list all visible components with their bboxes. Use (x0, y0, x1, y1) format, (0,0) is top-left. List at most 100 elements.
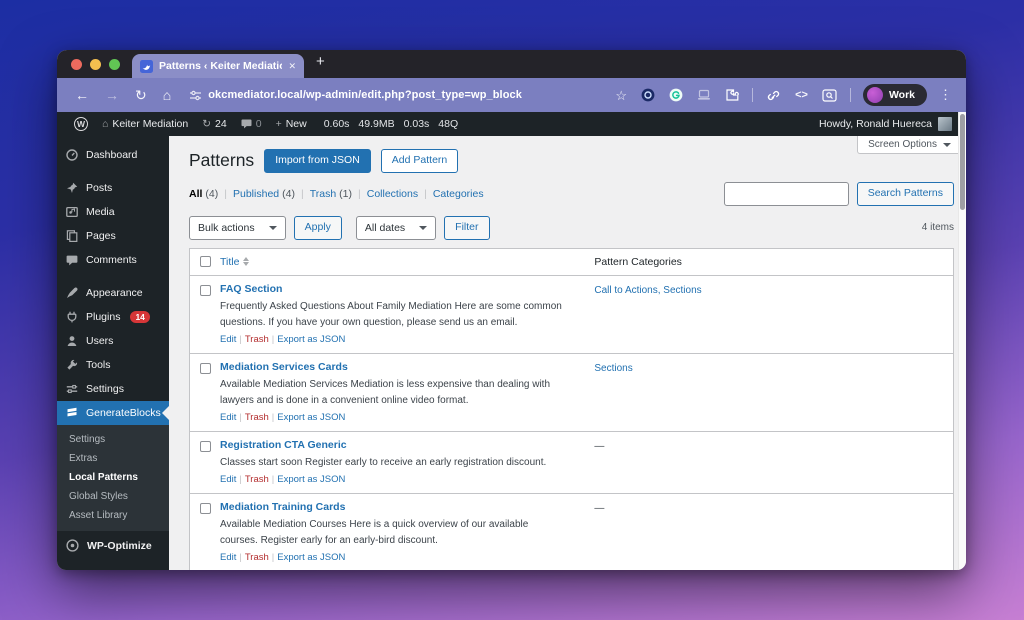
developer-tools-icon[interactable]: <> (790, 89, 813, 101)
sort-icon (243, 257, 250, 267)
view-collections-link[interactable]: Collections (367, 188, 418, 200)
user-avatar[interactable] (938, 117, 952, 131)
edit-link[interactable]: Edit (220, 552, 236, 563)
trash-link[interactable]: Trash (245, 552, 269, 563)
select-all-checkbox[interactable] (199, 256, 211, 268)
trash-link[interactable]: Trash (245, 334, 269, 345)
extensions-puzzle-icon[interactable] (720, 88, 744, 102)
back-icon[interactable]: ← (67, 88, 97, 102)
new-tab-button[interactable]: + (304, 50, 337, 78)
wp-admin-bar: W ⌂ Keiter Mediation ↻ 24 0 + New 0.60s … (57, 112, 966, 136)
address-bar[interactable]: okcmediator.local/wp-admin/edit.php?post… (208, 89, 522, 101)
pattern-categories-links[interactable]: Sections (594, 363, 632, 374)
row-checkbox[interactable] (199, 502, 211, 514)
comments-icon (66, 255, 78, 265)
zoom-window-button[interactable] (109, 58, 120, 70)
pattern-title-link[interactable]: Mediation Training Cards (220, 501, 345, 513)
query-monitor-stats[interactable]: 0.60s 49.9MB 0.03s 48Q (314, 118, 458, 130)
search-input[interactable] (723, 181, 849, 206)
view-categories-link[interactable]: Categories (433, 188, 484, 200)
bookmark-star-icon[interactable]: ☆ (610, 89, 632, 102)
pattern-title-link[interactable]: Mediation Services Cards (220, 361, 348, 373)
site-favicon-icon (140, 59, 153, 73)
table-header-row: Title Pattern Categories (190, 249, 953, 275)
view-trash-link[interactable]: Trash (310, 188, 336, 200)
sidebar-item-pages[interactable]: Pages (57, 224, 169, 248)
browser-window: Patterns ‹ Keiter Mediation — ✕ + ← → ↻ … (57, 50, 966, 570)
pattern-title-link[interactable]: Registration CTA Generic (220, 439, 347, 451)
sidebar-item-users[interactable]: Users (57, 329, 169, 353)
page-scrollbar[interactable] (958, 112, 966, 570)
device-extension-icon[interactable] (692, 89, 716, 101)
row-checkbox[interactable] (199, 440, 211, 452)
trash-link[interactable]: Trash (245, 412, 269, 423)
export-as-json-link[interactable]: Export as JSON (277, 334, 345, 345)
export-as-json-link[interactable]: Export as JSON (277, 412, 345, 423)
view-published-link[interactable]: Published (233, 188, 279, 200)
row-checkbox[interactable] (199, 284, 211, 296)
edit-link[interactable]: Edit (220, 334, 236, 345)
pattern-categories-links[interactable]: Call to Actions, Sections (594, 285, 701, 296)
tab-close-icon[interactable]: ✕ (288, 61, 296, 72)
sidebar-item-dashboard[interactable]: Dashboard (57, 143, 169, 167)
sidebar-item-settings[interactable]: Settings (57, 377, 169, 401)
sidebar-item-tools[interactable]: Tools (57, 353, 169, 377)
submenu-item-settings[interactable]: Settings (57, 430, 169, 449)
comments-menu[interactable]: 0 (234, 118, 269, 130)
minimize-window-button[interactable] (90, 58, 101, 70)
trash-link[interactable]: Trash (245, 474, 269, 485)
date-filter-select[interactable]: All dates (355, 215, 437, 240)
table-row: FAQ Section Frequently Asked Questions A… (190, 274, 953, 353)
updates-menu[interactable]: ↻ 24 (195, 118, 234, 130)
edit-link[interactable]: Edit (220, 474, 236, 485)
submenu-item-asset-library[interactable]: Asset Library (57, 506, 169, 525)
bulk-actions-select[interactable]: Bulk actions (189, 215, 286, 240)
sidebar-item-wp-optimize[interactable]: WP-Optimize (57, 531, 169, 558)
site-name-menu[interactable]: ⌂ Keiter Mediation (95, 118, 195, 130)
submenu-item-local-patterns[interactable]: Local Patterns (57, 468, 169, 487)
export-as-json-link[interactable]: Export as JSON (277, 552, 345, 563)
submenu-item-extras[interactable]: Extras (57, 449, 169, 468)
add-pattern-button[interactable]: Add Pattern (380, 149, 459, 173)
apply-button[interactable]: Apply (293, 215, 342, 240)
wp-logo-menu[interactable]: W (67, 117, 95, 131)
submenu-item-global-styles[interactable]: Global Styles (57, 487, 169, 506)
toolbar-divider (849, 88, 851, 102)
home-icon[interactable]: ⌂ (155, 88, 179, 102)
sidebar-item-media[interactable]: Media (57, 200, 169, 224)
row-checkbox[interactable] (199, 362, 211, 374)
search-patterns-button[interactable]: Search Patterns (856, 181, 954, 206)
sort-by-title-link[interactable]: Title (220, 256, 582, 268)
howdy-account-menu[interactable]: Howdy, Ronald Huereca (819, 118, 932, 130)
edit-link[interactable]: Edit (220, 412, 236, 423)
import-from-json-button[interactable]: Import from JSON (264, 149, 371, 173)
grammarly-extension-icon[interactable] (664, 88, 688, 102)
wp-admin-sidebar: Dashboard Posts Media Pages Comments App… (57, 136, 169, 570)
sidebar-item-appearance[interactable]: Appearance (57, 281, 169, 305)
new-content-menu[interactable]: + New (269, 118, 314, 130)
close-window-button[interactable] (71, 58, 82, 70)
browser-profile-button[interactable]: Work (862, 84, 927, 106)
browser-tab[interactable]: Patterns ‹ Keiter Mediation — ✕ (132, 54, 304, 78)
tab-title: Patterns ‹ Keiter Mediation — (159, 60, 283, 72)
tab-search-icon[interactable] (817, 88, 842, 102)
pattern-title-link[interactable]: FAQ Section (220, 283, 282, 295)
screen-options-tab[interactable]: Screen Options (857, 136, 962, 154)
sidebar-item-posts[interactable]: Posts (57, 176, 169, 200)
sidebar-item-plugins[interactable]: Plugins 14 (57, 305, 169, 329)
view-all-link[interactable]: All (189, 188, 202, 200)
reload-icon[interactable]: ↻ (127, 88, 155, 102)
list-views: All (4) | Published (4) | Trash (1) | Colle… (189, 187, 484, 200)
site-settings-icon[interactable] (189, 89, 202, 102)
sidebar-item-generateblocks[interactable]: GenerateBlocks (57, 401, 169, 425)
scrollbar-thumb[interactable] (960, 114, 965, 210)
password-manager-extension-icon[interactable] (636, 88, 660, 102)
copy-link-icon[interactable] (761, 89, 786, 102)
toolbar-divider (752, 88, 754, 102)
browser-menu-icon[interactable]: ⋮ (931, 87, 956, 103)
filter-button[interactable]: Filter (444, 215, 490, 240)
sidebar-item-comments[interactable]: Comments (57, 248, 169, 272)
forward-icon[interactable]: → (97, 88, 127, 102)
export-as-json-link[interactable]: Export as JSON (277, 474, 345, 485)
qm-time: 0.60s (323, 118, 350, 130)
